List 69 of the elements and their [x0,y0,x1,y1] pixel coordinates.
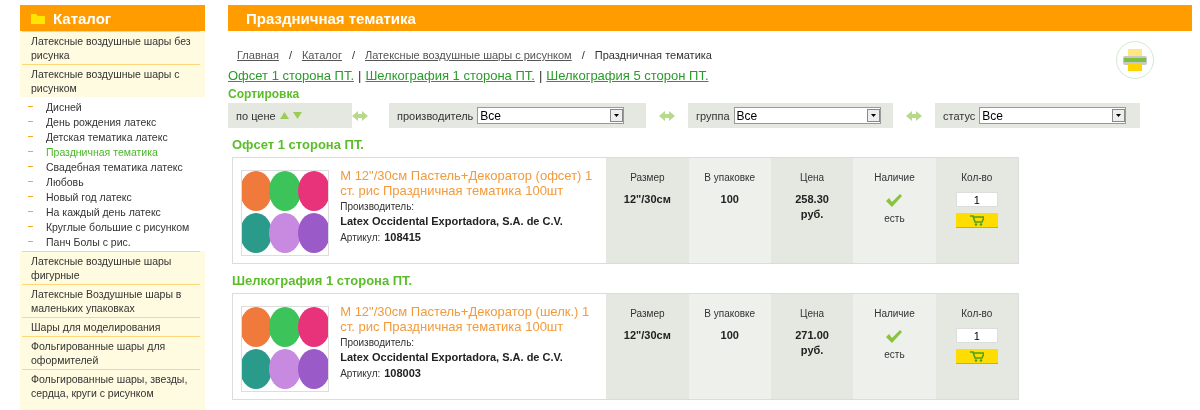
manufacturer-name: Latex Occidental Exportadora, S.A. de C.V. [340,214,564,229]
sidebar-item[interactable]: Латексные Воздушные шары в маленьких упаковках [22,284,200,317]
article-number: 108003 [384,367,421,379]
filter-label: группа [696,109,730,122]
sidebar-item[interactable]: Латексные воздушные шары без рисунка [22,31,200,64]
price-value: 271.00 [795,328,829,343]
sidebar-subitem[interactable]: Любовь [46,175,84,188]
cell-value: 12"/30см [623,192,671,207]
breadcrumb-link[interactable]: Главная [237,49,279,61]
column-header: Наличие [874,172,915,185]
breadcrumb-link[interactable]: Каталог [301,49,342,61]
cell-value: 100 [720,192,739,207]
dropdown[interactable]: Все [477,107,625,124]
breadcrumb-current: Праздничная тематика [594,49,712,61]
link-separator: | [358,68,362,83]
column-header: В упаковке [704,308,756,321]
sidebar-subitem[interactable]: Свадебная тематика латекс [46,160,183,173]
price-value: 258.30 [795,192,829,207]
section-link[interactable]: Шелкография 5 сторон ПТ. [546,68,709,83]
section-heading: Офсет 1 сторона ПТ. [232,137,365,153]
sidebar-subitem[interactable]: Круглые большие с рисунком [46,220,190,233]
sidebar-subitem[interactable]: Панч Болы с рис. [46,235,131,248]
column-header: Размер [630,308,665,321]
sidebar-subitem[interactable]: Детская тематика латекс [46,130,168,143]
manufacturer-name: Latex Occidental Exportadora, S.A. de C.V. [340,350,564,365]
sidebar-subitem[interactable]: Новый год латекс [46,190,132,203]
article-label: Артикул: [340,231,381,245]
section-link[interactable]: Шелкография 1 сторона ПТ. [365,68,535,83]
price-currency: руб. [800,207,824,222]
sidebar-item[interactable]: Шары для моделирования [22,317,200,336]
breadcrumb-separator: / [351,49,355,61]
column-header: Наличие [874,308,915,321]
column-header: В упаковке [704,172,756,185]
section-link[interactable]: Офсет 1 сторона ПТ. [228,68,354,83]
sort-title: Сортировка [228,87,301,101]
breadcrumb-separator: / [581,49,585,61]
cell-value: 100 [720,328,739,343]
sidebar-title: Каталог [53,9,112,27]
dropdown[interactable]: Все [979,107,1127,124]
quantity-field[interactable]: 1 [955,192,998,207]
sidebar-item[interactable]: Фольгированные шары, звезды, сердца, круги с рисунком [22,369,200,402]
manufacturer-label: Производитель: [340,200,416,214]
breadcrumb-link[interactable]: Латексные воздушные шары с рисунком [365,49,572,61]
stock-status: есть [884,349,905,360]
sidebar-subitem[interactable]: Дисней [46,100,82,113]
breadcrumb-separator: / [288,49,292,61]
quantity-field[interactable]: 1 [955,328,998,343]
sort-label: по цене [236,109,276,122]
column-header: Цена [800,172,825,185]
filter-label: производитель [397,109,474,122]
manufacturer-label: Производитель: [340,336,416,350]
cell-value: 12"/30см [623,328,671,343]
dropdown[interactable]: Все [733,107,881,124]
sidebar-item[interactable]: Фольгированные шары для оформителей [22,336,200,369]
sidebar-subitem[interactable]: На каждый день латекс [46,205,161,218]
price-currency: руб. [800,343,824,358]
stock-status: есть [884,213,905,224]
sidebar-subitem[interactable]: День рождения латекс [46,115,157,128]
page-title: Праздничная тематика [246,9,416,27]
filter-label: статус [943,109,976,122]
column-header: Цена [800,308,825,321]
column-header: Размер [630,172,665,185]
column-header: Кол-во [961,308,993,321]
article-number: 108415 [384,231,421,243]
article-label: Артикул: [340,367,381,381]
section-heading: Шелкография 1 сторона ПТ. [232,273,414,289]
column-header: Кол-во [961,172,993,185]
sidebar-item[interactable]: Латексные воздушные шары фигурные [22,251,200,284]
link-separator: | [538,68,543,83]
